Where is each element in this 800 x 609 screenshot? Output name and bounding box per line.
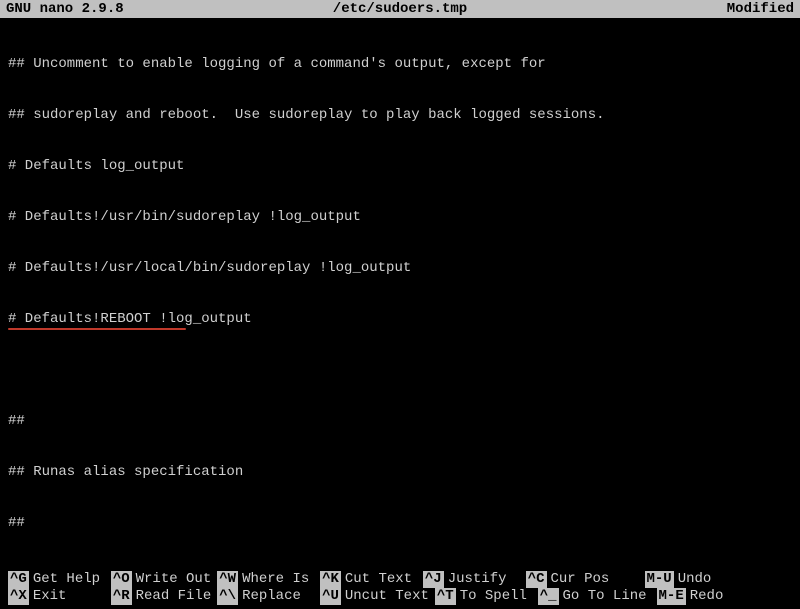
- editor-content[interactable]: ## Uncomment to enable logging of a comm…: [0, 18, 800, 609]
- help-to-spell[interactable]: ^TTo Spell: [435, 588, 532, 605]
- key-desc: Undo: [678, 571, 750, 588]
- key-desc: Go To Line: [563, 588, 651, 605]
- key-desc: Redo: [690, 588, 762, 605]
- help-get-help[interactable]: ^GGet Help: [8, 571, 105, 588]
- titlebar: GNU nano 2.9.8 /etc/sudoers.tmp Modified: [0, 0, 800, 18]
- text-line: # Defaults!/usr/bin/sudoreplay !log_outp…: [8, 209, 792, 226]
- help-uncut-text[interactable]: ^UUncut Text: [320, 588, 429, 605]
- text-line: ## Uncomment to enable logging of a comm…: [8, 56, 792, 73]
- app-title: GNU nano 2.9.8: [6, 1, 124, 17]
- key-desc: Exit: [33, 588, 105, 605]
- text-line: # Defaults!/usr/local/bin/sudoreplay !lo…: [8, 260, 792, 277]
- text-line: # Defaults!REBOOT !log_output: [8, 311, 792, 328]
- help-replace[interactable]: ^\Replace: [217, 588, 314, 605]
- key-label: ^C: [526, 571, 547, 588]
- key-label: ^R: [111, 588, 132, 605]
- help-redo[interactable]: M-ERedo: [657, 588, 762, 605]
- key-label: ^\: [217, 588, 238, 605]
- key-label: ^K: [320, 571, 341, 588]
- help-bar: ^GGet Help ^OWrite Out ^WWhere Is ^KCut …: [0, 571, 800, 609]
- key-desc: Justify: [448, 571, 520, 588]
- key-desc: Write Out: [136, 571, 212, 588]
- help-exit[interactable]: ^XExit: [8, 588, 105, 605]
- key-label: ^X: [8, 588, 29, 605]
- help-where-is[interactable]: ^WWhere Is: [217, 571, 314, 588]
- text-line: ##: [8, 515, 792, 532]
- help-go-to-line[interactable]: ^_Go To Line: [538, 588, 651, 605]
- key-desc: Get Help: [33, 571, 105, 588]
- key-desc: To Spell: [460, 588, 532, 605]
- help-row-2: ^XExit ^RRead File ^\Replace ^UUncut Tex…: [8, 588, 792, 605]
- text-line: # Defaults log_output: [8, 158, 792, 175]
- text-line: ##: [8, 413, 792, 430]
- key-label: ^T: [435, 588, 456, 605]
- text-line: ## Runas alias specification: [8, 464, 792, 481]
- key-desc: Read File: [136, 588, 212, 605]
- text-line: [8, 362, 792, 379]
- help-read-file[interactable]: ^RRead File: [111, 588, 211, 605]
- key-label: ^U: [320, 588, 341, 605]
- file-path: /etc/sudoers.tmp: [333, 1, 467, 17]
- key-desc: Cur Pos: [551, 571, 639, 588]
- help-row-1: ^GGet Help ^OWrite Out ^WWhere Is ^KCut …: [8, 571, 792, 588]
- key-label: ^J: [423, 571, 444, 588]
- key-label: ^W: [217, 571, 238, 588]
- key-desc: Where Is: [242, 571, 314, 588]
- text-line: ## sudoreplay and reboot. Use sudoreplay…: [8, 107, 792, 124]
- key-label: ^O: [111, 571, 132, 588]
- help-justify[interactable]: ^JJustify: [423, 571, 520, 588]
- key-desc: Uncut Text: [345, 588, 429, 605]
- help-write-out[interactable]: ^OWrite Out: [111, 571, 211, 588]
- key-desc: Cut Text: [345, 571, 417, 588]
- modified-indicator: Modified: [727, 1, 794, 17]
- key-label: M-U: [645, 571, 674, 588]
- help-cur-pos[interactable]: ^CCur Pos: [526, 571, 639, 588]
- key-label: ^G: [8, 571, 29, 588]
- annotation-underline: [8, 328, 186, 330]
- key-label: ^_: [538, 588, 559, 605]
- key-desc: Replace: [242, 588, 314, 605]
- help-undo[interactable]: M-UUndo: [645, 571, 750, 588]
- help-cut-text[interactable]: ^KCut Text: [320, 571, 417, 588]
- key-label: M-E: [657, 588, 686, 605]
